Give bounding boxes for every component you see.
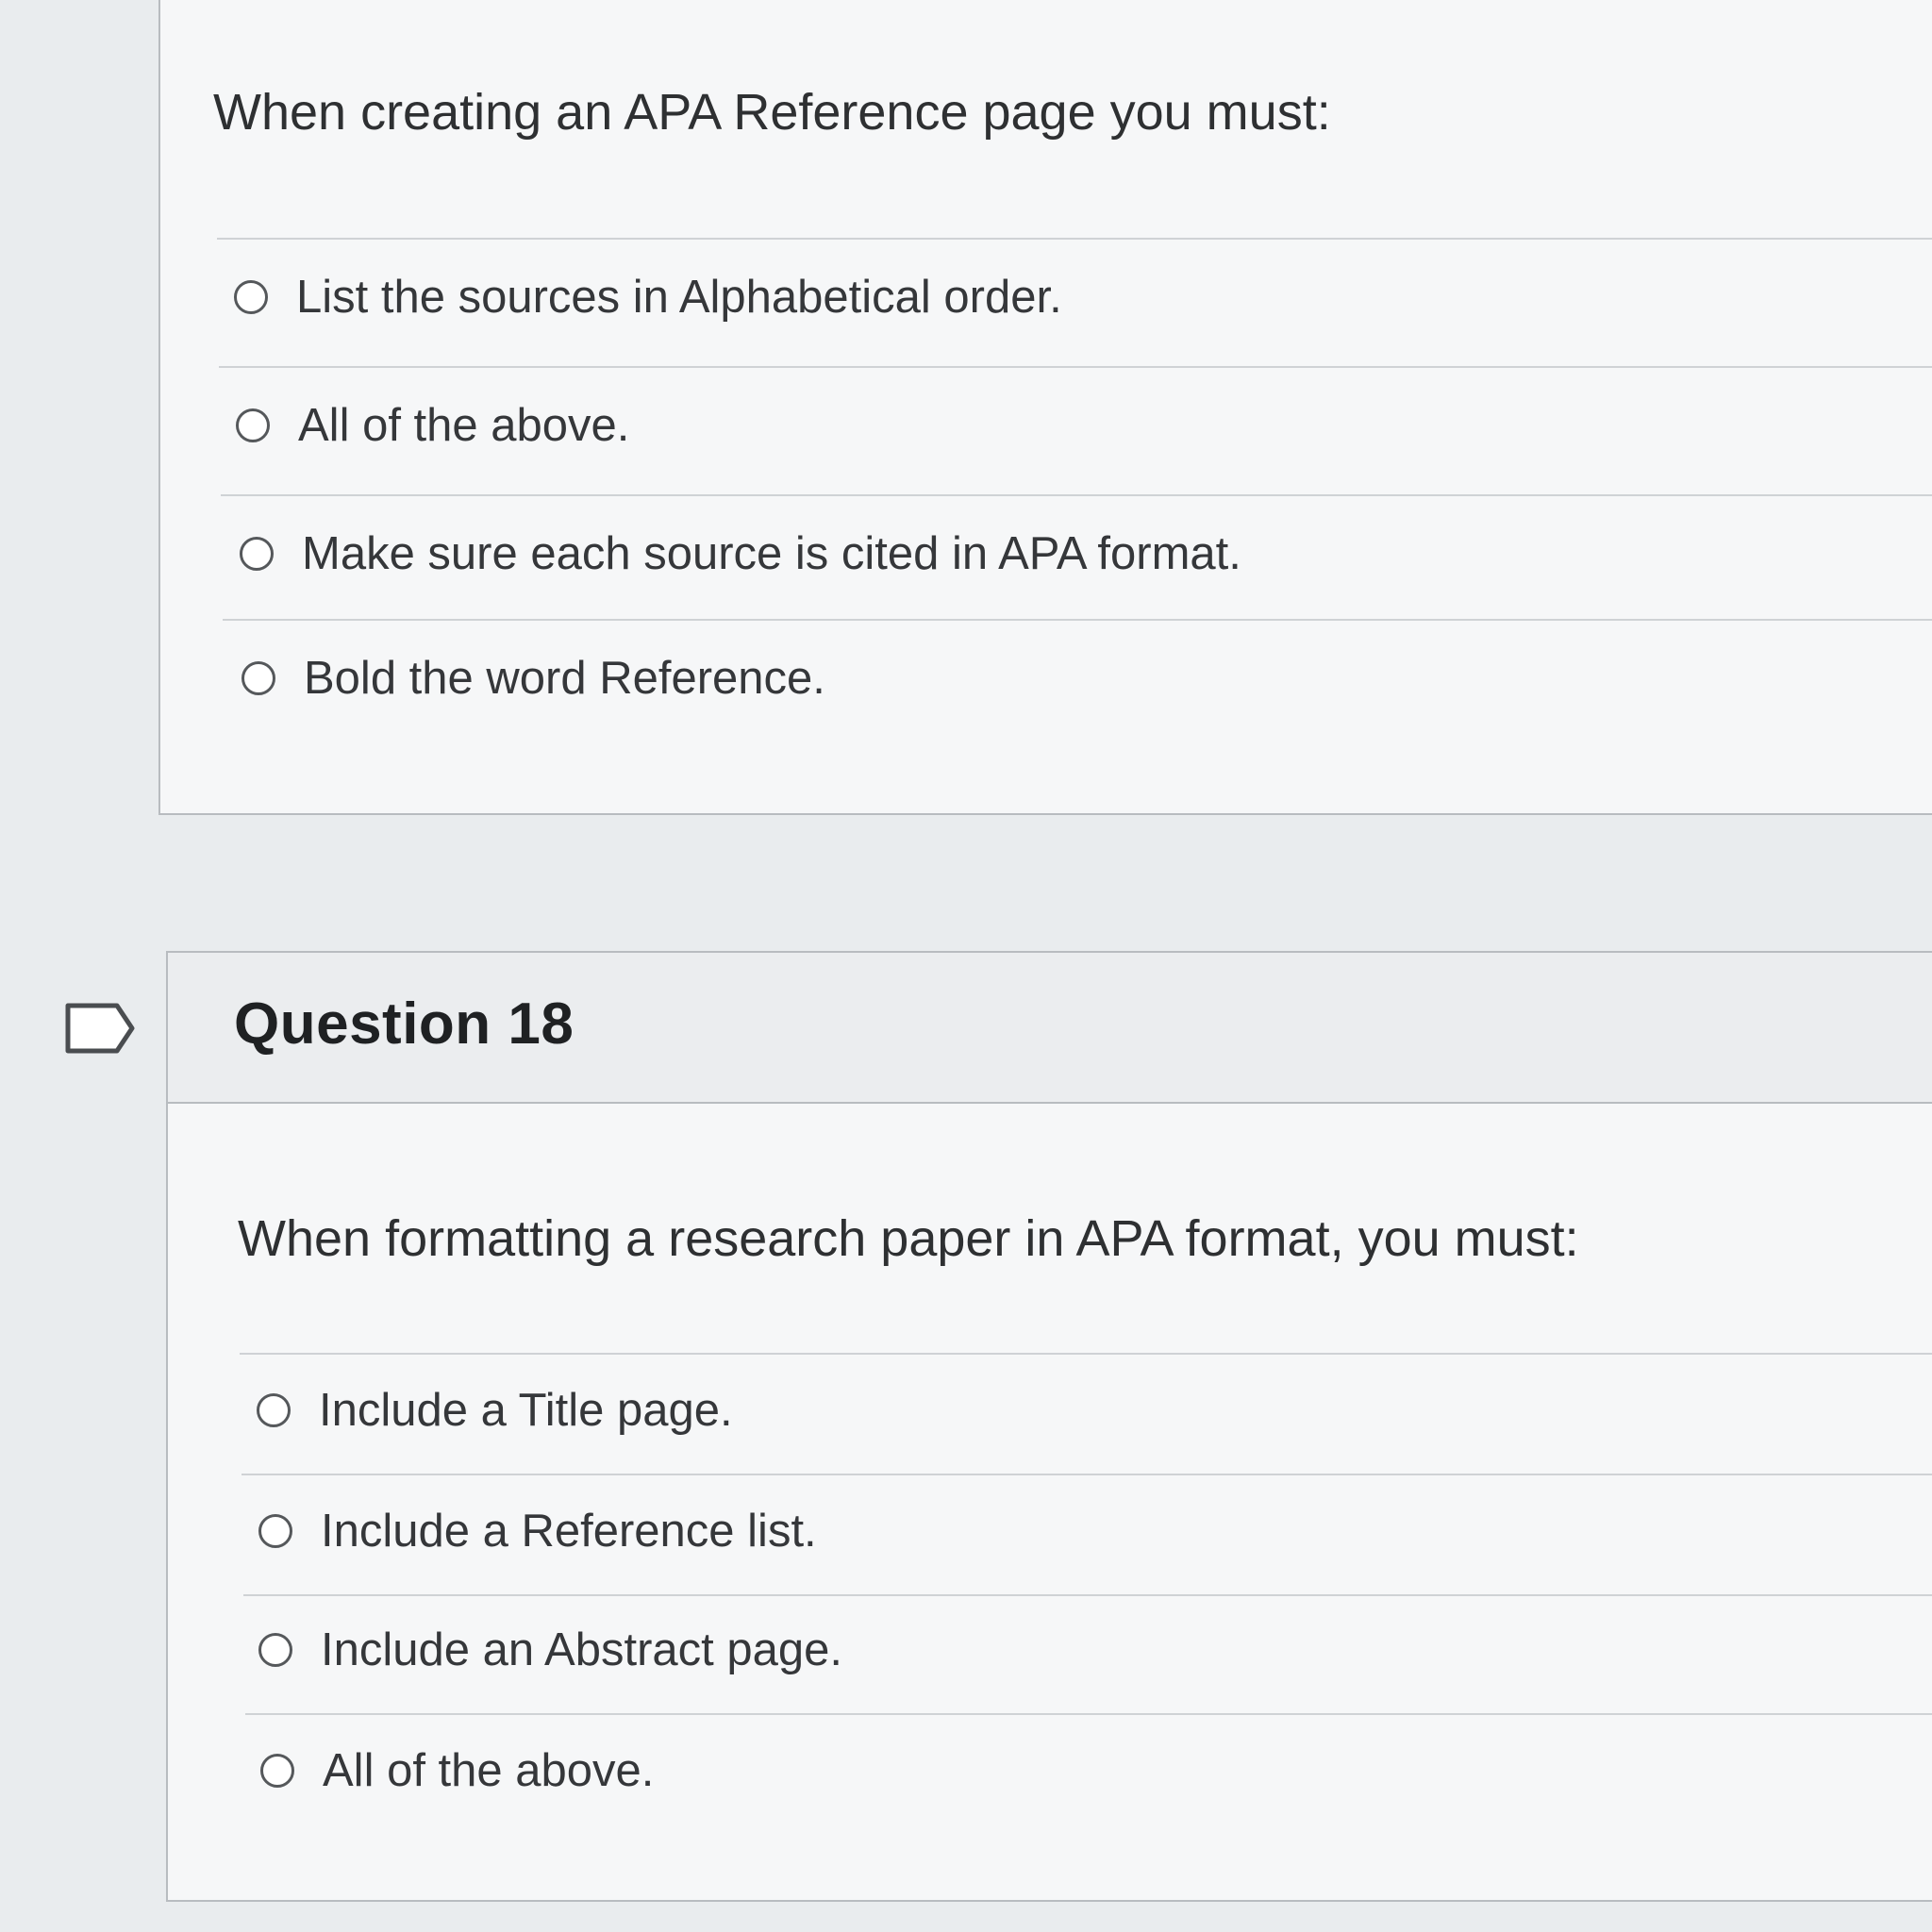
option-divider bbox=[242, 1474, 1932, 1475]
option-label: Bold the word Reference. bbox=[304, 653, 825, 704]
option-divider bbox=[245, 1713, 1932, 1715]
option-divider bbox=[223, 619, 1932, 621]
question-18-option-2[interactable]: Include a Reference list. bbox=[258, 1489, 817, 1574]
option-divider bbox=[219, 366, 1932, 368]
option-divider bbox=[243, 1594, 1932, 1596]
question-18-option-1[interactable]: Include a Title page. bbox=[257, 1368, 733, 1453]
bookmark-flag-icon[interactable] bbox=[64, 1002, 136, 1055]
option-divider bbox=[217, 238, 1932, 240]
option-label: All of the above. bbox=[298, 400, 630, 451]
option-label: Include an Abstract page. bbox=[321, 1624, 842, 1675]
option-divider bbox=[240, 1353, 1932, 1355]
question-17-option-4[interactable]: Bold the word Reference. bbox=[242, 636, 825, 721]
option-label: All of the above. bbox=[323, 1745, 655, 1796]
radio-unchecked-icon[interactable] bbox=[258, 1633, 292, 1667]
question-18-prompt: When formatting a research paper in APA … bbox=[238, 1210, 1579, 1267]
question-17-card: When creating an APA Reference page you … bbox=[158, 0, 1932, 815]
question-17-option-3[interactable]: Make sure each source is cited in APA fo… bbox=[240, 511, 1241, 596]
question-17-prompt: When creating an APA Reference page you … bbox=[213, 84, 1331, 141]
question-17-option-1[interactable]: List the sources in Alphabetical order. bbox=[234, 255, 1062, 340]
radio-unchecked-icon[interactable] bbox=[240, 537, 274, 571]
option-label: List the sources in Alphabetical order. bbox=[296, 272, 1062, 323]
radio-unchecked-icon[interactable] bbox=[236, 408, 270, 442]
question-18-option-4[interactable]: All of the above. bbox=[260, 1728, 654, 1813]
question-18-header: Question 18 bbox=[168, 953, 1932, 1104]
option-label: Include a Title page. bbox=[319, 1385, 733, 1436]
radio-unchecked-icon[interactable] bbox=[258, 1514, 292, 1548]
radio-unchecked-icon[interactable] bbox=[257, 1393, 291, 1427]
radio-unchecked-icon[interactable] bbox=[234, 280, 268, 314]
option-label: Include a Reference list. bbox=[321, 1506, 817, 1557]
radio-unchecked-icon[interactable] bbox=[242, 661, 275, 695]
question-18-option-3[interactable]: Include an Abstract page. bbox=[258, 1607, 842, 1692]
option-label: Make sure each source is cited in APA fo… bbox=[302, 528, 1241, 579]
question-title: Question 18 bbox=[234, 991, 575, 1057]
radio-unchecked-icon[interactable] bbox=[260, 1754, 294, 1788]
question-18-card: Question 18 When formatting a research p… bbox=[166, 951, 1932, 1902]
question-17-option-2[interactable]: All of the above. bbox=[236, 383, 629, 468]
option-divider bbox=[221, 494, 1932, 496]
